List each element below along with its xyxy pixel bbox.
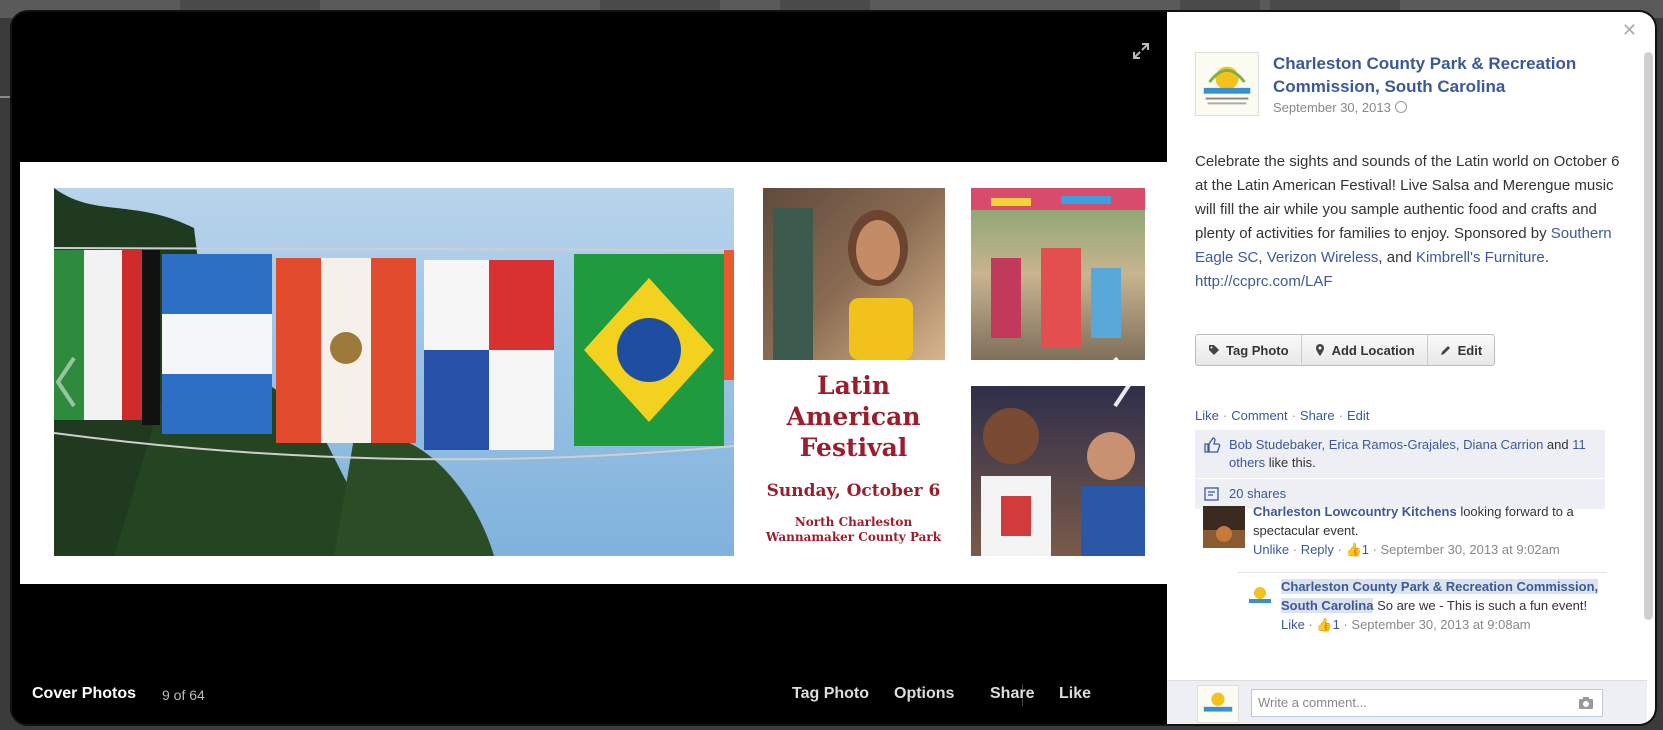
photo-position: 9 of 64 (162, 687, 205, 703)
comment-input[interactable]: Write a comment... (1251, 689, 1603, 717)
festival-poster-text: Latin American Festival Sunday, October … (736, 370, 971, 545)
festival-place-line-1: North Charleston (794, 515, 913, 529)
likes-summary: Bob Studebaker, Erica Ramos-Grajales, Di… (1195, 430, 1605, 478)
comment-link[interactable]: Comment (1231, 408, 1287, 423)
comment-author-link[interactable]: Charleston Lowcountry Kitchens (1253, 504, 1457, 519)
likers-names-link[interactable]: Bob Studebaker, Erica Ramos-Grajales, Di… (1229, 437, 1543, 452)
sponsor-link-verizon[interactable]: Verizon Wireless (1267, 249, 1379, 266)
separator-dot: · (1291, 408, 1296, 423)
unlike-comment-link[interactable]: Unlike (1253, 542, 1289, 557)
like-reply-link[interactable]: Like (1281, 617, 1305, 632)
camera-icon[interactable] (1578, 696, 1594, 710)
post-url-link[interactable]: http://ccprc.com/LAF (1195, 273, 1333, 290)
globe-icon (1394, 101, 1407, 113)
tag-photo-button[interactable]: Tag Photo (1196, 335, 1302, 365)
next-photo-arrow[interactable] (1107, 352, 1137, 412)
reply-timestamp[interactable]: September 30, 2013 at 9:08am (1351, 617, 1530, 632)
album-name-link[interactable]: Cover Photos (32, 685, 136, 703)
reply-like-count-value: 1 (1332, 617, 1340, 632)
flags-image (54, 188, 734, 556)
edit-button[interactable]: Edit (1428, 335, 1495, 365)
festival-title-line-3: Festival (799, 433, 908, 462)
photo-details-panel: ✕ Charleston County Park & Recreation Co… (1167, 12, 1655, 724)
reply-comment-link[interactable]: Reply (1301, 542, 1334, 557)
photo-viewer: Latin American Festival Sunday, October … (10, 10, 1657, 726)
tag-photo-label: Tag Photo (1226, 342, 1289, 358)
comment-like-count-value: 1 (1361, 542, 1369, 557)
post-date[interactable]: September 30, 2013 (1273, 100, 1407, 115)
separator-dot: · (1338, 408, 1343, 423)
likes-suffix: like this. (1265, 455, 1316, 470)
previous-photo-arrow[interactable] (52, 352, 82, 412)
comment-reply-item: Charleston County Park & Recreation Comm… (1237, 572, 1607, 634)
panel-scrollbar[interactable] (1644, 52, 1653, 620)
background-divider (0, 96, 10, 98)
add-location-label: Add Location (1331, 342, 1415, 358)
shares-link[interactable]: 20 shares (1229, 485, 1286, 503)
composer-avatar (1197, 685, 1239, 723)
comment-like-count[interactable]: 👍1 (1346, 542, 1369, 557)
photo-action-bar: Tag Photo Add Location Edit (1195, 334, 1496, 366)
festival-title-line-1: Latin (817, 371, 890, 400)
add-location-button[interactable]: Add Location (1302, 335, 1428, 365)
comment-input-placeholder: Write a comment... (1258, 695, 1367, 710)
comment-timestamp[interactable]: September 30, 2013 at 9:02am (1380, 542, 1559, 557)
options-footer-button[interactable]: Options (894, 685, 954, 703)
separator-dot: · (1222, 408, 1228, 423)
location-pin-icon (1315, 344, 1324, 356)
thumbs-up-icon (1204, 437, 1221, 453)
pencil-icon (1440, 346, 1450, 355)
cover-photo: Latin American Festival Sunday, October … (20, 162, 1167, 584)
dancers-image (971, 188, 1145, 360)
page-name-link[interactable]: Charleston County Park & Recreation Comm… (1273, 52, 1613, 98)
edit-link[interactable]: Edit (1347, 408, 1369, 423)
reply-text: So are we - This is such a fun event! (1373, 598, 1588, 613)
like-link[interactable]: Like (1195, 408, 1219, 423)
comment-composer: Write a comment... (1167, 680, 1647, 724)
photo-footer: Cover Photos 9 of 64 Tag Photo Options S… (12, 658, 1167, 724)
share-link[interactable]: Share (1300, 408, 1335, 423)
engagement-box: Bob Studebaker, Erica Ramos-Grajales, Di… (1195, 430, 1605, 509)
post-and-text: , and (1378, 249, 1416, 266)
singer-image (763, 188, 945, 360)
tag-icon (1209, 345, 1219, 355)
comment-item: Charleston Lowcountry Kitchens looking f… (1195, 502, 1605, 559)
likes-and: and (1543, 437, 1573, 452)
post-period: . (1544, 249, 1549, 266)
share-icon (1204, 487, 1219, 501)
post-text: Celebrate the sights and sounds of the L… (1195, 153, 1620, 290)
like-footer-button[interactable]: Like (1059, 685, 1091, 703)
expand-icon[interactable] (1132, 42, 1150, 60)
festival-title-line-2: American (786, 402, 921, 431)
reply-like-count[interactable]: 👍1 (1316, 617, 1339, 632)
commenter-avatar[interactable] (1203, 506, 1245, 548)
festival-date: Sunday, October 6 (766, 481, 941, 501)
page-logo[interactable] (1195, 52, 1259, 116)
edit-label: Edit (1457, 342, 1483, 358)
close-icon[interactable]: ✕ (1622, 20, 1637, 41)
tag-photo-footer-button[interactable]: Tag Photo (792, 685, 869, 703)
post-links-row: Like · Comment · Share · Edit (1195, 408, 1369, 423)
festival-place-line-2: Wannamaker County Park (765, 530, 942, 544)
share-footer-button[interactable]: Share (990, 685, 1034, 703)
photo-stage: Latin American Festival Sunday, October … (12, 12, 1167, 724)
reply-author-avatar[interactable] (1245, 581, 1275, 611)
post-date-text[interactable]: September 30, 2013 (1273, 100, 1391, 115)
sponsor-link-kimbrells[interactable]: Kimbrell's Furniture (1416, 249, 1545, 266)
